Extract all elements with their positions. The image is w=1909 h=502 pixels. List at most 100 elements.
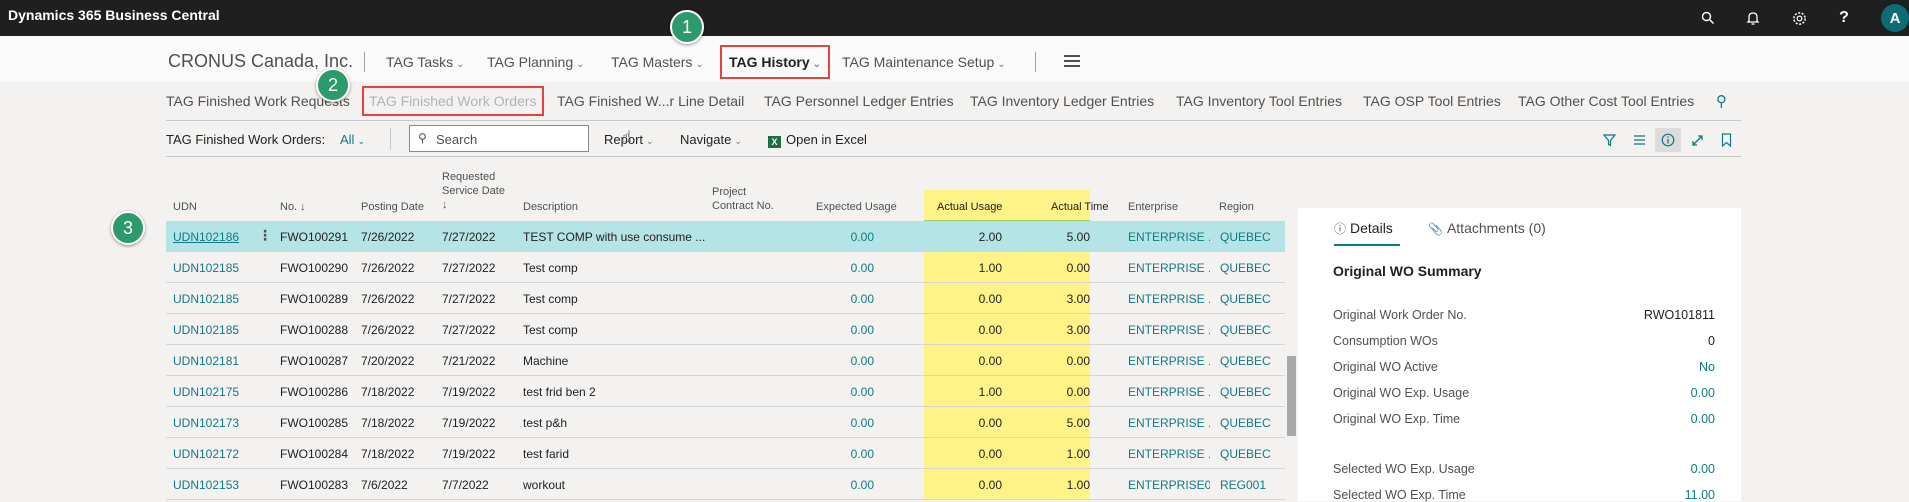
cell-udn[interactable]: UDN102153 bbox=[173, 478, 253, 492]
table-row[interactable]: UDN102153 FWO100283 7/6/2022 7/7/2022 workou… bbox=[166, 469, 1285, 500]
cell-enterprise[interactable]: ENTERPRISE ... bbox=[1128, 354, 1210, 368]
header-no[interactable]: No. ↓ bbox=[280, 200, 306, 214]
subnav-finished-wo-line-detail[interactable]: TAG Finished W...r Line Detail bbox=[557, 93, 744, 109]
cell-expected-usage[interactable]: 0.00 bbox=[806, 416, 874, 430]
subnav-inventory-tool-entries[interactable]: TAG Inventory Tool Entries bbox=[1176, 93, 1342, 109]
hamburger-menu-icon[interactable] bbox=[1064, 55, 1080, 67]
pin-icon[interactable]: ⚲ bbox=[1716, 92, 1727, 110]
cell-udn[interactable]: UDN102186 bbox=[173, 230, 253, 244]
table-row[interactable]: UDN102185 FWO100290 7/26/2022 7/27/2022 Test… bbox=[166, 252, 1285, 283]
field-value[interactable]: 0.00 bbox=[1691, 462, 1715, 476]
cell-expected-usage[interactable]: 0.00 bbox=[806, 478, 874, 492]
header-posting-date[interactable]: Posting Date bbox=[361, 200, 424, 214]
bookmark-icon[interactable] bbox=[1713, 128, 1739, 152]
search-input[interactable] bbox=[436, 130, 584, 148]
navigate-button[interactable]: Navigate ⌄ bbox=[680, 132, 742, 147]
app-title[interactable]: Dynamics 365 Business Central bbox=[8, 7, 220, 23]
cell-udn[interactable]: UDN102173 bbox=[173, 416, 253, 430]
subnav-osp-tool-entries[interactable]: TAG OSP Tool Entries bbox=[1363, 93, 1501, 109]
cell-enterprise[interactable]: ENTERPRISE ... bbox=[1128, 416, 1210, 430]
cell-region[interactable]: QUEBEC bbox=[1220, 261, 1280, 275]
cell-region[interactable]: QUEBEC bbox=[1220, 447, 1280, 461]
cell-expected-usage[interactable]: 0.00 bbox=[806, 230, 874, 244]
cell-region[interactable]: QUEBEC bbox=[1220, 292, 1280, 306]
subnav-inventory-ledger-entries[interactable]: TAG Inventory Ledger Entries bbox=[970, 93, 1154, 109]
open-in-excel-button[interactable]: X Open in Excel bbox=[768, 132, 867, 148]
cell-enterprise[interactable]: ENTERPRISE ... bbox=[1128, 261, 1210, 275]
subnav-other-cost-tool-entries[interactable]: TAG Other Cost Tool Entries bbox=[1518, 93, 1694, 109]
field-value[interactable]: No bbox=[1699, 360, 1715, 374]
cell-udn[interactable]: UDN102175 bbox=[173, 385, 253, 399]
cell-expected-usage[interactable]: 0.00 bbox=[806, 323, 874, 337]
cell-udn[interactable]: UDN102185 bbox=[173, 292, 253, 306]
header-project-contract-no[interactable]: Project Contract No. bbox=[712, 185, 774, 213]
field-value[interactable]: 0.00 bbox=[1691, 386, 1715, 400]
cell-udn[interactable]: UDN102185 bbox=[173, 261, 253, 275]
cell-udn[interactable]: UDN102185 bbox=[173, 323, 253, 337]
table-row[interactable]: UDN102173 FWO100285 7/18/2022 7/19/2022 test… bbox=[166, 407, 1285, 438]
row-actions-icon[interactable]: ⋮ bbox=[258, 227, 272, 244]
cell-expected-usage[interactable]: 0.00 bbox=[806, 292, 874, 306]
tab-details[interactable]: ⓘ Details bbox=[1334, 220, 1393, 237]
nav-item-tag-tasks[interactable]: TAG Tasks ⌄ bbox=[386, 54, 465, 70]
cell-expected-usage[interactable]: 0.00 bbox=[806, 261, 874, 275]
cell-region[interactable]: QUEBEC bbox=[1220, 354, 1280, 368]
expand-icon[interactable] bbox=[1684, 128, 1710, 152]
table-row[interactable]: UDN102181 FWO100287 7/20/2022 7/21/2022 Mach… bbox=[166, 345, 1285, 376]
table-row[interactable]: UDN102185 FWO100288 7/26/2022 7/27/2022 Test… bbox=[166, 314, 1285, 345]
header-actual-usage[interactable]: Actual Usage bbox=[937, 200, 1002, 214]
cell-udn[interactable]: UDN102172 bbox=[173, 447, 253, 461]
sub-navigation: TAG Finished Work Requests TAG Finished … bbox=[0, 82, 1909, 120]
header-requested-service-date[interactable]: Requested Service Date ↓ bbox=[442, 170, 505, 212]
table-row[interactable]: UDN102175 FWO100286 7/18/2022 7/19/2022 test… bbox=[166, 376, 1285, 407]
scrollbar[interactable] bbox=[1287, 356, 1296, 436]
subnav-finished-work-orders[interactable]: TAG Finished Work Orders bbox=[362, 86, 544, 116]
gear-icon[interactable] bbox=[1787, 6, 1811, 30]
header-actual-time[interactable]: Actual Time bbox=[1051, 200, 1108, 214]
nav-item-tag-history[interactable]: TAG History ⌄ bbox=[719, 45, 831, 79]
table-row[interactable]: UDN102185 FWO100289 7/26/2022 7/27/2022 Test… bbox=[166, 283, 1285, 314]
table-row[interactable]: UDN102172 FWO100284 7/18/2022 7/19/2022 test… bbox=[166, 438, 1285, 469]
cell-region[interactable]: QUEBEC bbox=[1220, 230, 1280, 244]
cell-region[interactable]: REG001 bbox=[1220, 478, 1280, 492]
avatar[interactable]: A bbox=[1881, 4, 1909, 32]
cell-region[interactable]: QUEBEC bbox=[1220, 323, 1280, 337]
cell-enterprise[interactable]: ENTERPRISE ... bbox=[1128, 385, 1210, 399]
cell-enterprise[interactable]: ENTERPRISE ... bbox=[1128, 230, 1210, 244]
list-view-icon[interactable] bbox=[1626, 128, 1652, 152]
nav-item-tag-planning[interactable]: TAG Planning ⌄ bbox=[487, 54, 585, 70]
table-row[interactable]: UDN102186 FWO100291 7/26/2022 7/27/2022 TEST… bbox=[166, 221, 1285, 252]
nav-item-tag-maintenance-setup[interactable]: TAG Maintenance Setup ⌄ bbox=[842, 54, 1006, 70]
nav-item-tag-masters[interactable]: TAG Masters ⌄ bbox=[611, 54, 704, 70]
header-description[interactable]: Description bbox=[523, 200, 578, 214]
info-pane-icon[interactable] bbox=[1655, 128, 1681, 152]
search-icon[interactable] bbox=[1696, 6, 1720, 30]
header-region[interactable]: Region bbox=[1219, 200, 1254, 214]
cell-enterprise[interactable]: ENTERPRISE ... bbox=[1128, 323, 1210, 337]
cell-expected-usage[interactable]: 0.00 bbox=[806, 354, 874, 368]
search-box[interactable]: ⚲ bbox=[409, 125, 589, 152]
tab-indicator bbox=[1334, 244, 1400, 246]
tab-attachments[interactable]: 📎 Attachments (0) bbox=[1428, 220, 1546, 236]
cell-description: workout bbox=[523, 478, 566, 492]
help-icon[interactable]: ? bbox=[1832, 6, 1856, 30]
field-value[interactable]: 0.00 bbox=[1691, 412, 1715, 426]
subnav-personnel-ledger-entries[interactable]: TAG Personnel Ledger Entries bbox=[764, 93, 954, 109]
cell-region[interactable]: QUEBEC bbox=[1220, 416, 1280, 430]
cell-udn[interactable]: UDN102181 bbox=[173, 354, 253, 368]
filter-icon[interactable] bbox=[1596, 128, 1622, 152]
bell-icon[interactable] bbox=[1741, 6, 1765, 30]
search-icon: ⚲ bbox=[418, 131, 427, 145]
cell-expected-usage[interactable]: 0.00 bbox=[806, 385, 874, 399]
cell-expected-usage[interactable]: 0.00 bbox=[806, 447, 874, 461]
cell-enterprise[interactable]: ENTERPRISE ... bbox=[1128, 447, 1210, 461]
cell-enterprise[interactable]: ENTERPRISE0... bbox=[1128, 478, 1210, 492]
header-enterprise[interactable]: Enterprise bbox=[1128, 200, 1178, 214]
cell-enterprise[interactable]: ENTERPRISE ... bbox=[1128, 292, 1210, 306]
cell-region[interactable]: QUEBEC bbox=[1220, 385, 1280, 399]
view-filter-dropdown[interactable]: All ⌄ bbox=[340, 132, 365, 147]
header-udn[interactable]: UDN bbox=[173, 200, 197, 214]
header-expected-usage[interactable]: Expected Usage bbox=[816, 200, 897, 214]
field-value[interactable]: 11.00 bbox=[1685, 488, 1715, 502]
excel-icon: X bbox=[768, 136, 781, 148]
